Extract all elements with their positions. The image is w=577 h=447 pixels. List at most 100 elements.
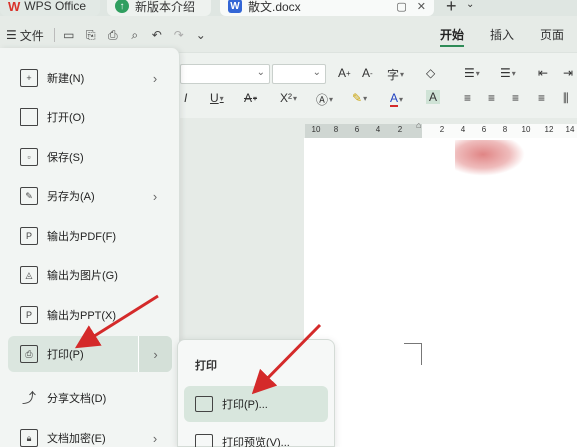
- phonetic-guide-icon[interactable]: 字 ▾: [387, 66, 404, 83]
- ruler-number: 10: [521, 125, 531, 134]
- justify-icon[interactable]: ≡: [538, 91, 545, 105]
- grow-font-icon[interactable]: A +: [338, 66, 351, 80]
- lock-icon: 🔒︎: [20, 429, 38, 447]
- menu-item-label: 分享文档(D): [47, 393, 107, 405]
- ruler-number: 8: [502, 125, 508, 134]
- menu-item-open[interactable]: 打开(O): [8, 99, 172, 135]
- share-icon: ⤴: [22, 390, 36, 406]
- menu-item-label: 输出为图片(G): [47, 270, 118, 282]
- menu-item-label: 文档加密(E): [47, 433, 106, 445]
- font-size-select[interactable]: ⌄: [272, 64, 326, 84]
- decrease-indent-icon[interactable]: ⇤: [538, 66, 548, 80]
- chevron-right-icon[interactable]: ›: [138, 60, 172, 96]
- highlight-icon[interactable]: ✎ ▾: [352, 91, 367, 105]
- indent-marker-icon[interactable]: ⌂: [416, 120, 421, 130]
- menu-item-new[interactable]: + 新建(N) ›: [8, 60, 172, 96]
- menu-item-encrypt[interactable]: 🔒︎ 文档加密(E) ›: [8, 420, 172, 447]
- numbered-list-icon[interactable]: ☰ ▾: [500, 66, 516, 80]
- font-color-icon[interactable]: A ▾: [390, 91, 403, 107]
- ruler-number: 6: [481, 125, 487, 134]
- tab-doc-label: 散文.docx: [248, 0, 301, 14]
- submenu-title: 打印: [195, 360, 217, 372]
- chevron-right-icon[interactable]: ›: [138, 178, 172, 214]
- increase-indent-icon[interactable]: ⇥: [563, 66, 573, 80]
- menu-item-label: 另存为(A): [47, 191, 95, 203]
- submenu-item-print-preview[interactable]: 打印预览(V)...: [184, 424, 328, 447]
- save-as-icon: ✎: [20, 187, 38, 205]
- export-icon[interactable]: ⎘: [83, 27, 99, 43]
- strikethrough-icon[interactable]: A ▾: [244, 91, 257, 105]
- tab-page[interactable]: 页面: [527, 22, 577, 48]
- title-tab-bar: W WPS Office ↑ 新版本介绍 W 散文.docx ▢ ✕ + ⌄: [0, 0, 577, 16]
- print-icon[interactable]: ⎙: [105, 27, 121, 43]
- divider: [53, 28, 55, 42]
- print-preview-icon: [195, 434, 213, 447]
- align-left-icon[interactable]: ≡: [464, 91, 471, 105]
- italic-icon[interactable]: I: [184, 91, 187, 105]
- chevron-right-icon[interactable]: ›: [138, 336, 172, 372]
- image-icon: ◬: [20, 266, 38, 284]
- folder-icon: [20, 108, 38, 126]
- clear-format-icon[interactable]: ◇: [426, 66, 435, 80]
- tab-new-version[interactable]: ↑ 新版本介绍: [107, 0, 211, 16]
- document-page[interactable]: [304, 138, 577, 447]
- file-menu-label: 文件: [19, 28, 44, 43]
- chevron-down-icon[interactable]: ⌄: [193, 27, 209, 43]
- bullet-list-icon[interactable]: ☰ ▾: [464, 66, 480, 80]
- printer-icon: [195, 396, 213, 412]
- menu-item-print[interactable]: ⎙ 打印(P) ›: [8, 336, 172, 372]
- submenu-item-print[interactable]: 打印(P)...: [184, 386, 328, 422]
- chevron-right-icon[interactable]: ›: [138, 420, 172, 447]
- menu-item-export-ppt[interactable]: P 输出为PPT(X): [8, 297, 172, 333]
- writer-doc-icon: W: [228, 0, 242, 13]
- shrink-font-icon[interactable]: A-: [362, 66, 373, 80]
- menu-item-export-image[interactable]: ◬ 输出为图片(G): [8, 257, 172, 293]
- tab-start[interactable]: 开始: [427, 22, 477, 48]
- menu-bar: ☰ 文件 ▭ ⎘ ⎙ ⌕ ↶ ↷ ⌄ 开始 插入 页面: [0, 22, 577, 48]
- char-shading-icon[interactable]: A: [426, 90, 441, 104]
- close-icon[interactable]: ✕: [417, 0, 426, 13]
- menu-item-label: 保存(S): [47, 152, 84, 164]
- font-name-select[interactable]: ⌄: [180, 64, 270, 84]
- underline-icon[interactable]: U ▾: [210, 91, 224, 105]
- tab-new-label: 新版本介绍: [135, 0, 196, 14]
- align-center-icon[interactable]: ≡: [488, 91, 495, 105]
- ruler-number: 10: [311, 125, 321, 134]
- file-menu-button[interactable]: ☰ 文件: [2, 25, 48, 46]
- ruler-number: 8: [333, 125, 339, 134]
- print-preview-icon[interactable]: ⌕: [127, 27, 143, 43]
- horizontal-ruler[interactable]: 10 8 6 4 2 2 4 6 8 10 12 14: [305, 124, 577, 138]
- print-submenu: 打印 打印(P)... 打印预览(V)...: [177, 339, 335, 447]
- tab-document[interactable]: W 散文.docx ▢ ✕: [220, 0, 434, 16]
- distributed-icon[interactable]: ⫼: [563, 91, 569, 106]
- save-icon[interactable]: ▭: [61, 27, 77, 43]
- ruler-number: 14: [565, 125, 575, 134]
- text-effect-icon[interactable]: Ⓐ ▾: [316, 91, 333, 108]
- menu-item-label: 打印(P): [47, 349, 84, 361]
- ruler-number: 4: [460, 125, 466, 134]
- tab-insert[interactable]: 插入: [477, 22, 527, 48]
- chevron-down-icon: ⌄: [312, 67, 321, 78]
- submenu-item-label: 打印预览(V)...: [222, 437, 290, 447]
- menu-item-label: 打开(O): [47, 112, 85, 124]
- ruler-number: 12: [544, 125, 554, 134]
- tab-float-icon[interactable]: ▢: [396, 0, 406, 13]
- ppt-icon: P: [20, 306, 38, 324]
- tab-wps-office[interactable]: W WPS Office: [0, 0, 100, 16]
- menu-item-export-pdf[interactable]: P 输出为PDF(F): [8, 218, 172, 254]
- undo-icon[interactable]: ↶: [149, 27, 165, 43]
- ribbon-tabs: 开始 插入 页面: [427, 22, 577, 48]
- chevron-down-icon[interactable]: ⌄: [466, 0, 474, 10]
- menu-item-save[interactable]: ▫ 保存(S): [8, 139, 172, 175]
- submenu-item-label: 打印(P)...: [222, 399, 268, 411]
- menu-item-save-as[interactable]: ✎ 另存为(A) ›: [8, 178, 172, 214]
- new-tab-icon[interactable]: +: [446, 0, 457, 17]
- align-right-icon[interactable]: ≡: [512, 91, 519, 105]
- upgrade-icon: ↑: [115, 0, 129, 13]
- redo-icon[interactable]: ↷: [171, 27, 187, 43]
- superscript-icon[interactable]: X² ▾: [280, 91, 297, 105]
- ruler-number: 2: [439, 125, 445, 134]
- page-image-fragment: [455, 140, 525, 176]
- file-menu-panel: + 新建(N) › 打开(O) ▫ 保存(S) ✎ 另存为(A) › P 输出为…: [0, 48, 180, 447]
- menu-item-share[interactable]: ⤴ 分享文档(D): [8, 380, 172, 416]
